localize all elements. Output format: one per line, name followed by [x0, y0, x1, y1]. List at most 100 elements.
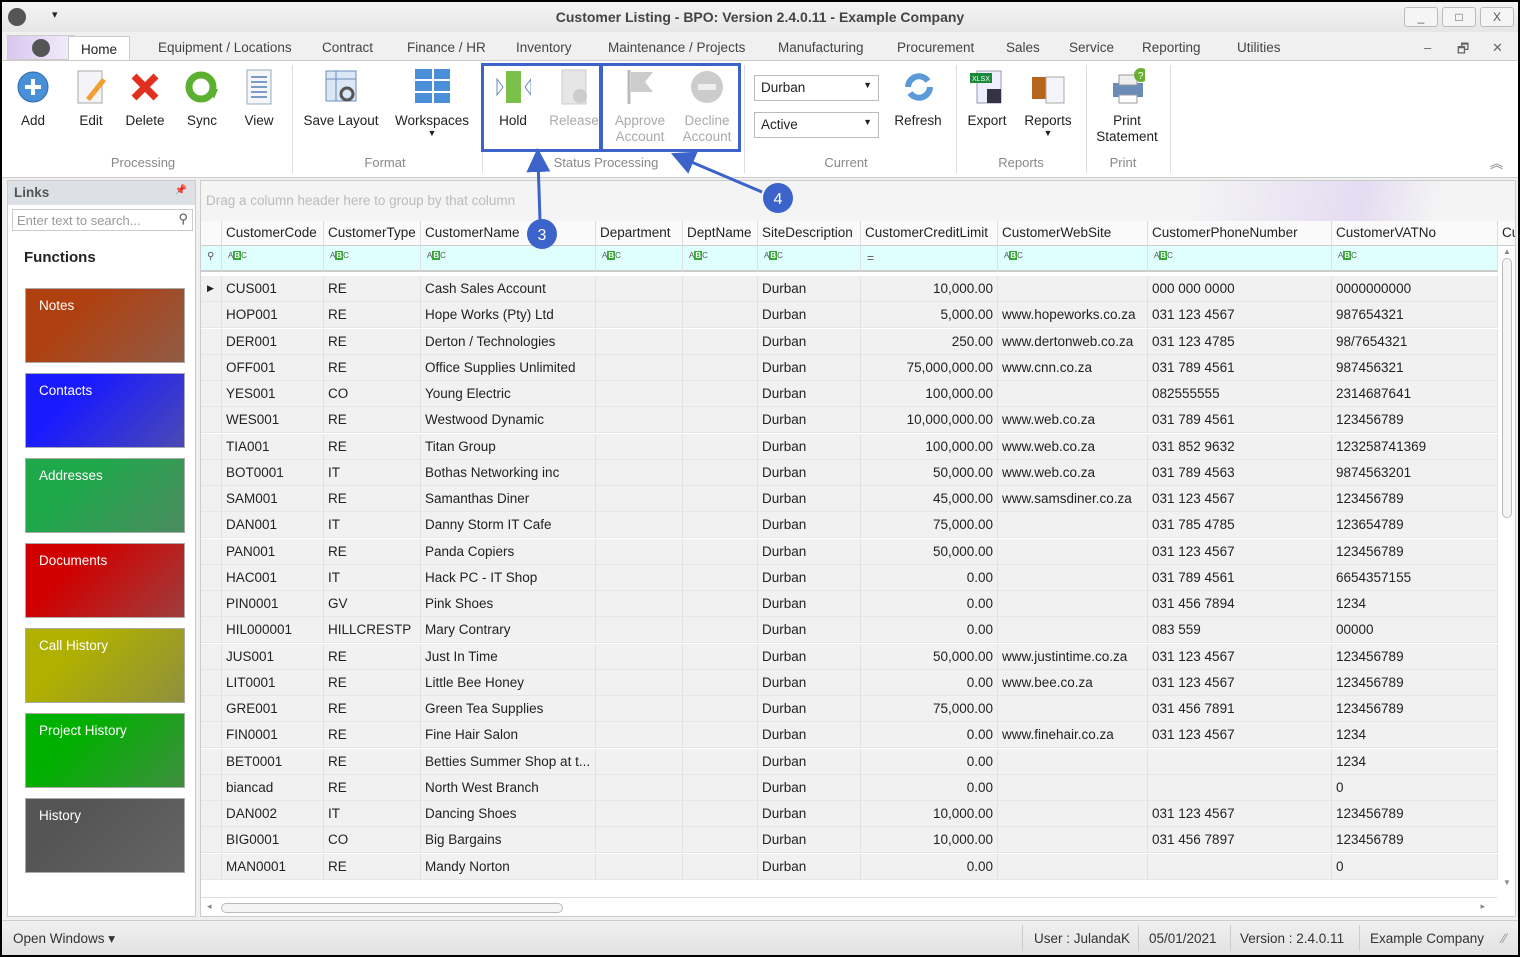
tile-addresses[interactable]: Addresses [25, 458, 185, 533]
vertical-scroll-thumb[interactable] [1502, 258, 1512, 518]
sync-button[interactable]: Sync [180, 65, 224, 128]
tab-sales[interactable]: Sales [1006, 40, 1040, 55]
tab-service[interactable]: Service [1069, 40, 1114, 55]
search-icon[interactable]: ⚲ [178, 211, 188, 227]
table-row[interactable]: MAN0001 RE Mandy Norton Durban 0.00 0 [201, 853, 1498, 880]
resize-grip-icon[interactable]: ⁄⁄ [1502, 931, 1507, 946]
filter-row-icon[interactable]: ⚲ [201, 246, 222, 272]
refresh-button[interactable]: Refresh [890, 65, 946, 128]
pin-icon[interactable]: 📌 [175, 185, 187, 196]
mdi-minimize-button[interactable]: – [1424, 40, 1431, 55]
filter-cell-customercode[interactable]: ABC [222, 246, 324, 272]
delete-button[interactable]: Delete [122, 65, 168, 128]
filter-cell-deptname[interactable]: ABC [683, 246, 758, 272]
group-by-panel[interactable]: Drag a column header here to group by th… [201, 181, 1515, 221]
edit-button[interactable]: Edit [70, 65, 112, 128]
column-header-department[interactable]: Department [596, 221, 683, 246]
table-row[interactable]: DAN001 IT Danny Storm IT Cafe Durban 75,000.… [201, 512, 1498, 539]
table-row[interactable]: LIT0001 RE Little Bee Honey Durban 0.00 www.b… [201, 669, 1498, 696]
tile-documents[interactable]: Documents [25, 543, 185, 618]
location-select[interactable]: Durban ▼ [754, 75, 879, 101]
tile-contacts[interactable]: Contacts [25, 373, 185, 448]
column-header-cu[interactable]: Cu [1498, 221, 1515, 246]
table-row[interactable]: ▶ CUS001 RE Cash Sales Account Durban 10,000.… [201, 276, 1498, 302]
table-row[interactable]: BIG0001 CO Big Bargains Durban 10,000.00 031 … [201, 827, 1498, 854]
view-button[interactable]: View [238, 65, 280, 128]
table-row[interactable]: PAN001 RE Panda Copiers Durban 50,000.00 031 … [201, 538, 1498, 565]
tab-finance-hr[interactable]: Finance / HR [407, 40, 486, 55]
tab-manufacturing[interactable]: Manufacturing [778, 40, 864, 55]
column-header-customerphonenumber[interactable]: CustomerPhoneNumber [1148, 221, 1332, 246]
table-row[interactable]: JUS001 RE Just In Time Durban 50,000.00 www.j… [201, 643, 1498, 670]
tab-procurement[interactable]: Procurement [897, 40, 974, 55]
maximize-button[interactable]: □ [1442, 7, 1476, 27]
workspaces-button[interactable]: Workspaces ▼ [392, 65, 472, 138]
reports-button[interactable]: Reports ▼ [1020, 65, 1076, 138]
filter-cell-customercreditlimit[interactable]: = [861, 246, 998, 272]
table-row[interactable]: GRE001 RE Green Tea Supplies Durban 75,000.0… [201, 696, 1498, 722]
column-header-customertype[interactable]: CustomerType [324, 221, 421, 246]
tab-equipment-locations[interactable]: Equipment / Locations [158, 40, 292, 55]
horizontal-scrollbar[interactable]: ◂ ▸ [201, 897, 1497, 916]
table-row[interactable]: DAN002 IT Dancing Shoes Durban 10,000.00 031 … [201, 801, 1498, 827]
application-menu-button[interactable] [7, 35, 75, 60]
collapse-ribbon-icon[interactable]: ︽ [1490, 153, 1503, 172]
table-row[interactable]: BOT0001 IT Bothas Networking inc Durban 50,0… [201, 459, 1498, 486]
column-header-customercode[interactable]: CustomerCode [222, 221, 324, 246]
print-statement-button[interactable]: ? Print Statement [1092, 65, 1162, 145]
table-row[interactable]: WES001 RE Westwood Dynamic Durban 10,000,000… [201, 407, 1498, 434]
tab-reporting[interactable]: Reporting [1142, 40, 1201, 55]
tile-notes[interactable]: Notes [25, 288, 185, 363]
table-row[interactable]: OFF001 RE Office Supplies Unlimited Durban 7… [201, 354, 1498, 381]
tile-call-history[interactable]: Call History [25, 628, 185, 703]
column-header-deptname[interactable]: DeptName [683, 221, 758, 246]
table-row[interactable]: YES001 CO Young Electric Durban 100,000.00 08… [201, 381, 1498, 407]
table-row[interactable]: HOP001 RE Hope Works (Pty) Ltd Durban 5,000.… [201, 302, 1498, 329]
column-header-customercreditlimit[interactable]: CustomerCreditLimit [861, 221, 998, 246]
mdi-restore-button[interactable]: 🗗 [1457, 40, 1469, 62]
table-row[interactable]: HIL000001 HILLCRESTP Mary Contrary Durban 0.… [201, 617, 1498, 644]
tab-home[interactable]: Home [68, 36, 131, 62]
table-row[interactable]: biancad RE North West Branch Durban 0.00 0 [201, 774, 1498, 801]
column-header-customerwebsite[interactable]: CustomerWebSite [998, 221, 1148, 246]
filter-cell-customername[interactable]: ABC [421, 246, 596, 272]
filter-cell-sitedescription[interactable]: ABC [758, 246, 861, 272]
cell-customervatno: 1234 [1332, 722, 1498, 749]
add-button[interactable]: Add [12, 65, 54, 128]
horizontal-scroll-thumb[interactable] [221, 903, 563, 913]
column-header-customervatno[interactable]: CustomerVATNo [1332, 221, 1498, 246]
close-button[interactable]: X [1480, 7, 1514, 27]
links-search-input[interactable]: Enter text to search... ⚲ [12, 209, 193, 231]
minimize-button[interactable]: _ [1404, 7, 1438, 27]
tile-project-history[interactable]: Project History [25, 713, 185, 788]
tile-history[interactable]: History [25, 798, 185, 873]
tab-maintenance-projects[interactable]: Maintenance / Projects [608, 40, 745, 55]
tab-contract[interactable]: Contract [322, 40, 373, 55]
filter-cell-customertype[interactable]: ABC [324, 246, 421, 272]
filter-cell-customerphonenumber[interactable]: ABC [1148, 246, 1332, 272]
scroll-down-icon[interactable]: ▼ [1499, 878, 1515, 887]
vertical-scrollbar[interactable]: ▲ ▼ [1499, 247, 1515, 887]
tab-inventory[interactable]: Inventory [516, 40, 572, 55]
scroll-right-icon[interactable]: ▸ [1480, 901, 1485, 912]
table-row[interactable]: BET0001 RE Betties Summer Shop at t... Durb… [201, 748, 1498, 775]
export-button[interactable]: XLSX Export [964, 65, 1010, 128]
tab-utilities[interactable]: Utilities [1237, 40, 1281, 55]
scroll-up-icon[interactable]: ▲ [1499, 247, 1515, 256]
table-row[interactable]: HAC001 IT Hack PC - IT Shop Durban 0.00 031 7… [201, 564, 1498, 591]
table-row[interactable]: FIN0001 RE Fine Hair Salon Durban 0.00 www.fi… [201, 722, 1498, 749]
table-row[interactable]: PIN0001 GV Pink Shoes Durban 0.00 031 456 789… [201, 591, 1498, 617]
table-row[interactable]: TIA001 RE Titan Group Durban 100,000.00 www.w… [201, 433, 1498, 460]
save-layout-button[interactable]: Save Layout [300, 65, 382, 128]
filter-cell-customervatno[interactable]: ABC [1332, 246, 1498, 272]
mdi-close-button[interactable]: ✕ [1492, 40, 1503, 56]
column-header-sitedescription[interactable]: SiteDescription [758, 221, 861, 246]
filter-cell-department[interactable]: ABC [596, 246, 683, 272]
table-row[interactable]: SAM001 RE Samanthas Diner Durban 45,000.00 ww… [201, 486, 1498, 512]
open-windows-menu[interactable]: Open Windows ▾ [13, 931, 115, 947]
status-select[interactable]: Active ▼ [754, 112, 879, 138]
scroll-left-icon[interactable]: ◂ [207, 901, 212, 912]
filter-cell-customerwebsite[interactable]: ABC [998, 246, 1148, 272]
table-row[interactable]: DER001 RE Derton / Technologies Durban 250.0… [201, 328, 1498, 355]
column-header-customername[interactable]: CustomerName [421, 221, 596, 246]
